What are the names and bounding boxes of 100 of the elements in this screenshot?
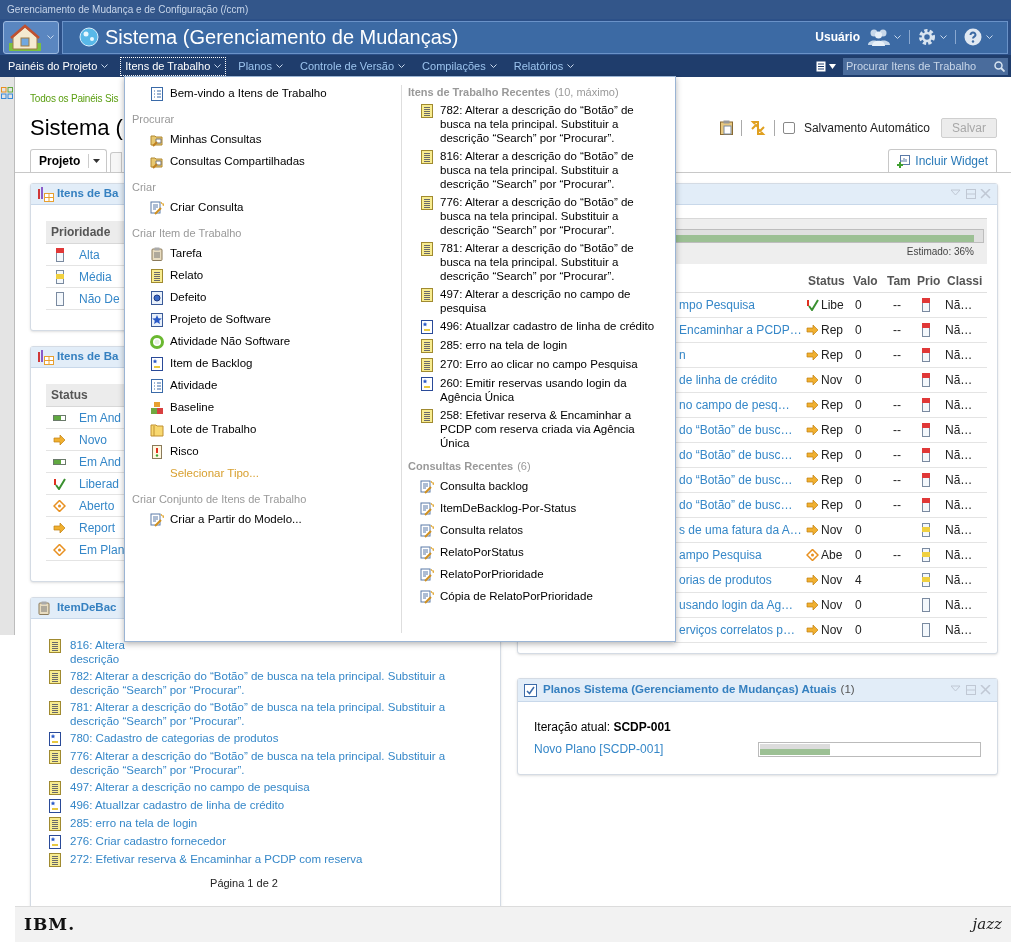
class-cell: Nã… [945, 498, 973, 512]
work-item-link[interactable]: s de uma fatura da A… [679, 523, 802, 537]
menu-item[interactable]: Cópia de RelatoPorPrioridade [408, 586, 669, 608]
menu-item[interactable]: Consulta relatos [408, 520, 669, 542]
document-icon [48, 670, 62, 684]
breadcrumb-link[interactable]: Todos os Painéis Sis [30, 93, 119, 104]
menu-item[interactable]: Consulta backlog [408, 476, 669, 498]
work-item-link[interactable]: n [679, 348, 686, 362]
menu-item[interactable]: 497: Alterar a descrição no campo de pesquisa [440, 287, 662, 315]
pen-document-icon [420, 568, 434, 582]
size-cell: -- [893, 423, 901, 437]
work-item-link[interactable]: 776: Alterar a descrição do “Botão” de busca na tela principal. Substituir a descrição “Search” por “Procurar”. [70, 749, 480, 777]
column-header: Prio [916, 272, 942, 290]
class-cell: Nã… [945, 323, 973, 337]
clipboard-icon[interactable] [719, 120, 733, 135]
menu-item[interactable]: 270: Erro ao clicar no campo Pesquisa [440, 357, 662, 371]
work-item-link[interactable]: orias de produtos [679, 573, 772, 587]
document-icon [48, 853, 62, 867]
work-item-link[interactable]: 781: Alterar a descrição do “Botão” de busca na tela principal. Substituir a descrição “Search” por “Procurar”. [70, 700, 480, 728]
work-item-link[interactable]: 782: Alterar a descrição do “Botão” de busca na tela principal. Substituir a descrição “Search” por “Procurar”. [70, 669, 480, 697]
work-item-link[interactable]: 272: Efetivar reserva & Encaminhar a PCDP com reserva [70, 852, 480, 866]
work-item-link[interactable]: erviços correlatos p… [679, 623, 796, 637]
search-field[interactable]: Procurar Itens de Trabalho [843, 57, 1008, 75]
work-item-link[interactable]: do “Botão” de busc… [679, 498, 793, 512]
nav-menu[interactable]: Itens de Trabalho [121, 57, 226, 75]
work-item-link[interactable]: 497: Alterar a descrição no campo de pesquisa [70, 780, 480, 794]
menu-item[interactable]: Item de Backlog [132, 353, 401, 375]
menu-item[interactable]: Bem-vindo a Itens de Trabalho [132, 83, 401, 105]
work-item-link[interactable]: 780: Cadastro de categorias de produtos [70, 731, 480, 745]
menu-item[interactable]: Relato [132, 265, 401, 287]
work-item-link[interactable]: 496: Atuallzar cadastro de linha de crédito [70, 798, 480, 812]
menu-item[interactable]: Lote de Trabalho [132, 419, 401, 441]
work-item-link[interactable]: do “Botão” de busc… [679, 448, 793, 462]
autosave-checkbox[interactable] [782, 121, 795, 134]
plan-link[interactable]: Novo Plano [SCDP-001] [534, 740, 758, 758]
menu-item[interactable]: 258: Efetivar reserva & Encaminhar a PCDP com reserva criada via Agência Única [440, 408, 662, 450]
document-icon [420, 358, 434, 372]
menu-item[interactable]: Criar a Partir do Modelo... [132, 509, 401, 531]
work-item-link[interactable]: do “Botão” de busc… [679, 423, 793, 437]
nav-menu[interactable]: Controle de Versão [295, 57, 410, 75]
home-button[interactable] [3, 20, 59, 54]
menu-item[interactable]: 782: Alterar a descrição do “Botão” de busca na tela principal. Substituir a descrição “Search” por “Procurar”. [440, 103, 662, 145]
add-widget-button[interactable]: Incluir Widget [888, 149, 997, 172]
group-link[interactable]: Não De [79, 289, 120, 308]
menu-item[interactable]: 781: Alterar a descrição do “Botão” de busca na tela principal. Substituir a descrição “Search” por “Procurar”. [440, 241, 662, 283]
value-cell: 0 [855, 473, 862, 487]
menu-section-header: Criar [132, 179, 157, 195]
work-item-link[interactable]: Encaminhar a PCDP… [679, 323, 802, 337]
menu-item[interactable]: Defeito [132, 287, 401, 309]
group-link[interactable]: Aberto [79, 496, 115, 515]
group-link[interactable]: Liberad [79, 474, 120, 493]
work-item-link[interactable]: mpo Pesquisa [679, 298, 756, 312]
value-cell: 0 [855, 598, 862, 612]
chart-table-icon [37, 349, 54, 365]
group-link[interactable]: Em And [79, 408, 122, 427]
menu-item[interactable]: 816: Alterar a descrição do “Botão” de busca na tela principal. Substituir a descrição “Search” por “Procurar”. [440, 149, 662, 191]
value-cell: 0 [855, 398, 862, 412]
group-link[interactable]: Alta [79, 245, 100, 264]
value-cell: 0 [855, 373, 862, 387]
work-item-link[interactable]: no campo de pesq… [679, 398, 790, 412]
house-icon [8, 23, 41, 51]
group-link[interactable]: Report [79, 518, 116, 537]
search-icon [994, 60, 1005, 72]
work-item-link[interactable]: de linha de crédito [679, 373, 778, 387]
menu-item[interactable]: Atividade Não Software [132, 331, 401, 353]
group-link[interactable]: Média [79, 267, 112, 286]
menu-item[interactable]: Consultas Compartilhadas [132, 151, 401, 173]
nav-menu[interactable]: Painéis do Projeto [4, 57, 113, 75]
group-link[interactable]: Novo [79, 430, 107, 449]
nav-menu[interactable]: Compilações [418, 57, 501, 75]
work-item-link[interactable]: usando login da Ag… [679, 598, 794, 612]
nav-menu[interactable]: Planos [234, 57, 287, 75]
group-link[interactable]: Em Plan [79, 540, 125, 559]
dashboard-tab[interactable]: Projeto [30, 149, 108, 172]
menu-item[interactable]: RelatoPorStatus [408, 542, 669, 564]
status-text: Nov [821, 522, 843, 539]
work-item-link[interactable]: ampo Pesquisa [679, 548, 762, 562]
class-cell: Nã… [945, 348, 973, 362]
folder-icon [150, 423, 164, 437]
group-link[interactable]: Em And [79, 452, 122, 471]
priority-icon [921, 623, 931, 637]
document-icon [420, 409, 434, 423]
work-item-link[interactable]: 276: Criar cadastro fornecedor [70, 834, 480, 848]
menu-item[interactable]: Tarefa [132, 243, 401, 265]
work-item-link[interactable]: 816: Altera descrição [70, 638, 130, 666]
menu-link[interactable]: Selecionar Tipo... [132, 463, 401, 485]
menu-item[interactable]: 496: Atuallzar cadastro de linha de crédito [440, 319, 662, 333]
menu-item[interactable]: Risco [132, 441, 401, 463]
nav-menu[interactable]: Relatórios [509, 57, 579, 75]
menu-item[interactable]: Criar Consulta [132, 197, 401, 219]
work-item-link[interactable]: do “Botão” de busc… [679, 473, 793, 487]
menu-item[interactable]: Minhas Consultas [132, 129, 401, 151]
menu-item[interactable]: RelatoPorPrioridade [408, 564, 669, 586]
work-item-link[interactable]: 285: erro na tela de login [70, 816, 480, 830]
menu-section-note: (6) [517, 458, 531, 474]
arrow-icon [806, 349, 819, 361]
menu-item[interactable]: 285: erro na tela de login [440, 338, 662, 352]
value-cell: 0 [855, 298, 862, 312]
menu-item[interactable]: Projeto de Software [132, 309, 401, 331]
menu-item[interactable]: ItemDeBacklog-Por-Status [408, 498, 669, 520]
